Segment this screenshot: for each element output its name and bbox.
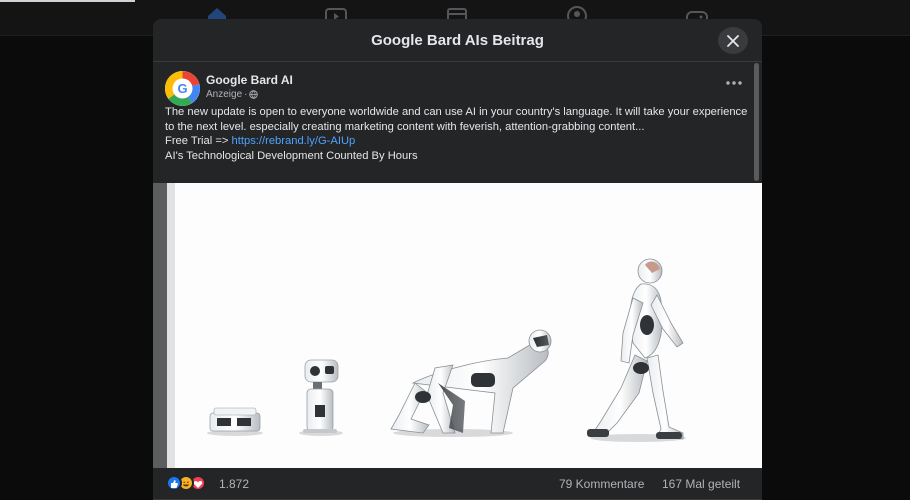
robot-column <box>303 359 339 433</box>
shares-count[interactable]: 167 Mal geteilt <box>662 477 740 491</box>
comments-count[interactable]: 79 Kommentare <box>559 477 644 491</box>
avatar[interactable]: G <box>165 71 200 106</box>
close-icon <box>727 34 739 47</box>
post-text: The new update is open to everyone world… <box>165 105 750 163</box>
post-header: G Google Bard AI Anzeige · <box>165 71 750 107</box>
globe-icon <box>249 90 259 99</box>
robot-evolution-illustration <box>153 183 762 468</box>
post-author[interactable]: Google Bard AI <box>206 73 293 87</box>
post-body-text: The new update is open to everyone world… <box>165 106 748 133</box>
meta-separator: · <box>244 89 248 100</box>
scrollbar[interactable] <box>754 63 759 181</box>
free-trial-line: Free Trial => https://rebrand.ly/G-AIUp <box>165 134 750 149</box>
post-modal: Google Bard AIs Beitrag G Google Bard AI… <box>153 19 762 500</box>
free-trial-prefix: Free Trial => <box>165 135 232 147</box>
reaction-icons[interactable] <box>166 475 216 491</box>
more-options-button[interactable] <box>722 73 746 93</box>
sponsored-label[interactable]: Anzeige <box>206 89 242 100</box>
post-meta: Anzeige · <box>206 89 259 100</box>
like-icon <box>166 475 182 491</box>
post-image[interactable] <box>153 183 762 468</box>
modal-header: Google Bard AIs Beitrag <box>153 19 762 62</box>
reactions-bar: 1.872 79 Kommentare 167 Mal geteilt <box>153 468 762 500</box>
close-button[interactable] <box>718 27 748 54</box>
post-tagline: AI's Technological Development Counted B… <box>165 149 418 162</box>
more-icon <box>726 81 742 85</box>
robot-box <box>209 407 261 432</box>
svg-text:G: G <box>177 81 187 96</box>
google-logo-icon: G <box>165 71 200 106</box>
trial-link[interactable]: https://rebrand.ly/G-AIUp <box>232 135 356 147</box>
reaction-count[interactable]: 1.872 <box>219 477 249 491</box>
active-tab-indicator <box>0 0 135 2</box>
modal-title: Google Bard AIs Beitrag <box>371 32 544 49</box>
